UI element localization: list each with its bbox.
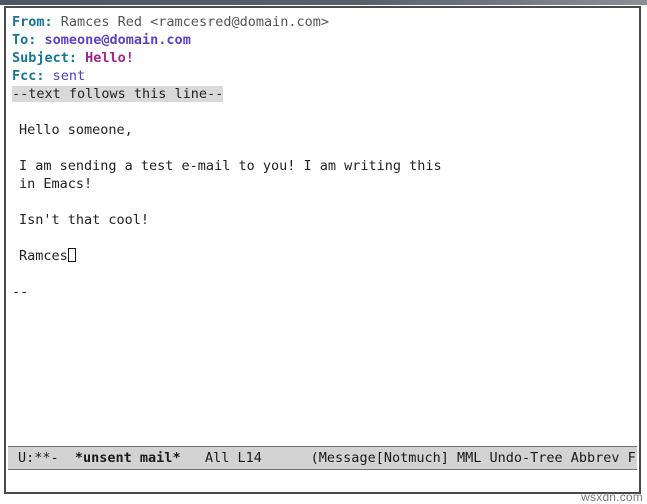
body-line-paragraph-1b[interactable]: in Emacs! — [6, 175, 639, 193]
header-label-from: From: — [12, 14, 53, 30]
mode-line-gap-4 — [262, 450, 311, 466]
header-field-fcc[interactable]: Fcc: sent — [6, 67, 639, 85]
separator-text: --text follows this line-- — [12, 86, 224, 102]
body-line-paragraph-1a[interactable]: I am sending a test e-mail to you! I am … — [6, 157, 639, 175]
echo-area-minibuffer[interactable] — [8, 470, 637, 492]
body-line-paragraph-2[interactable]: Isn't that cool! — [6, 211, 639, 229]
header-field-from[interactable]: From: Ramces Red <ramcesred@domain.com> — [6, 13, 639, 31]
mode-line[interactable]: U:**- *unsent mail* All L14 (Message[Not… — [8, 446, 637, 470]
mode-line-gap-2 — [181, 450, 205, 466]
header-field-subject[interactable]: Subject: Hello! — [6, 49, 639, 67]
watermark: wsxdn.com — [581, 490, 643, 504]
header-value-subject[interactable]: Hello! — [77, 50, 134, 66]
body-line-greeting[interactable]: Hello someone, — [6, 121, 639, 139]
body-blank-line — [6, 103, 639, 121]
body-line-signoff[interactable]: Ramces — [6, 247, 639, 265]
mode-line-buffer-name[interactable]: *unsent mail* — [75, 450, 181, 466]
header-value-from[interactable]: Ramces Red <ramcesred@domain.com> — [53, 14, 329, 30]
body-line-blank-3 — [6, 229, 639, 247]
screenshot-root: From: Ramces Red <ramcesred@domain.com> … — [0, 0, 647, 504]
mode-line-scroll-position: All — [204, 450, 230, 466]
header-value-to[interactable]: someone@domain.com — [36, 32, 191, 48]
signoff-text: Ramces — [19, 248, 68, 264]
mode-line-gap-1 — [59, 450, 75, 466]
body-line-blank-4 — [6, 265, 639, 283]
header-field-to[interactable]: To: someone@domain.com — [6, 31, 639, 49]
signature-separator[interactable]: -- — [6, 283, 639, 301]
body-line-blank-1 — [6, 139, 639, 157]
mode-line-line-number: L14 — [237, 450, 262, 466]
body-line-blank-2 — [6, 193, 639, 211]
header-body-separator: --text follows this line-- — [6, 85, 639, 103]
mode-line-status-flags: U:**- — [18, 450, 59, 466]
mode-line-active-modes[interactable]: (Message[Notmuch] MML Undo-Tree Abbrev F… — [311, 450, 637, 466]
header-label-subject: Subject: — [12, 50, 78, 66]
emacs-frame: From: Ramces Red <ramcesred@domain.com> … — [4, 6, 641, 494]
mode-line-gap-3 — [229, 450, 237, 466]
window-top-strip — [0, 0, 647, 5]
header-label-to: To: — [12, 32, 37, 48]
message-compose-buffer[interactable]: From: Ramces Red <ramcesred@domain.com> … — [6, 8, 639, 448]
text-cursor — [67, 248, 76, 262]
header-value-fcc[interactable]: sent — [45, 68, 86, 84]
header-label-fcc: Fcc: — [12, 68, 45, 84]
